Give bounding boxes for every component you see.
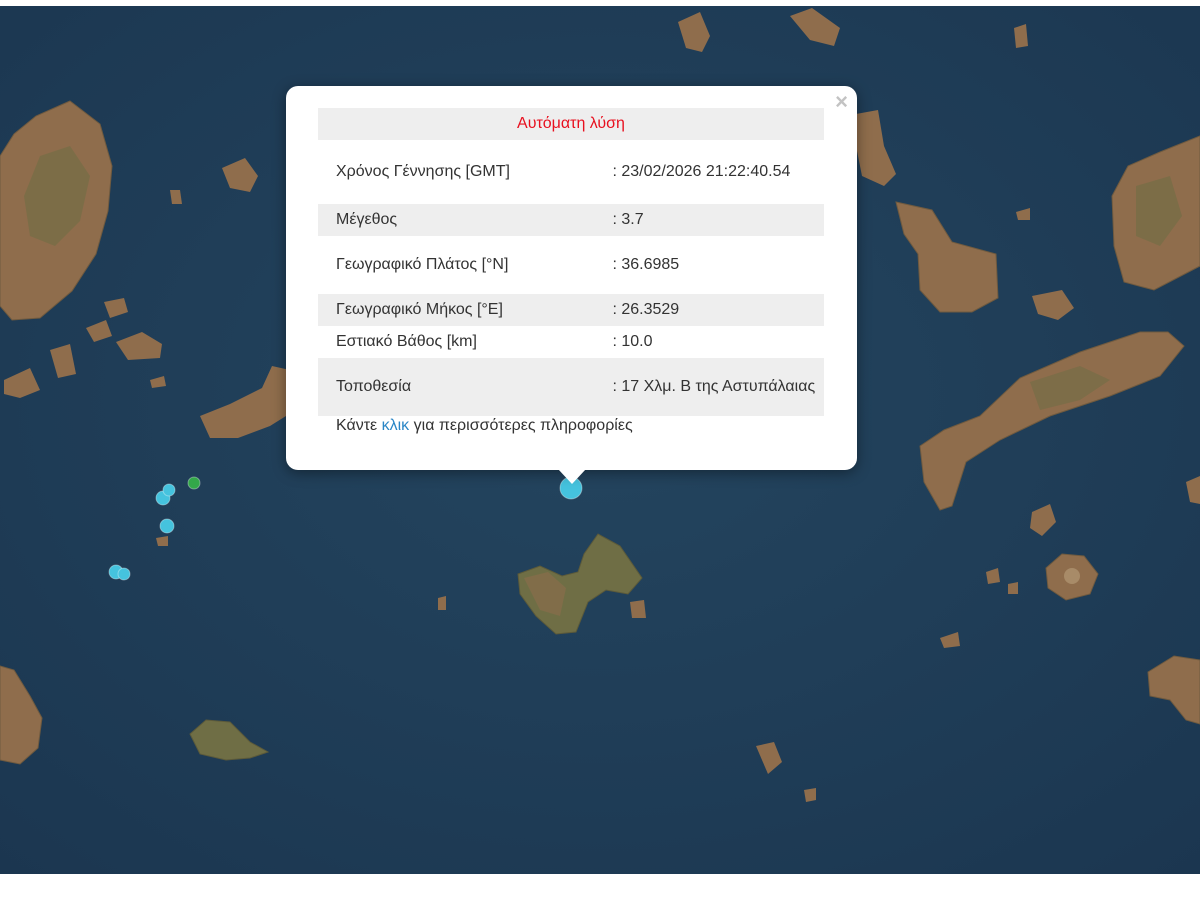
islet-s2 xyxy=(804,788,816,802)
row-magnitude: Μέγεθος : 3.7 xyxy=(318,204,824,236)
more-info-line: Κάντε κλικ για περισσότερες πληροφορίες xyxy=(336,417,633,435)
earthquake-marker[interactable] xyxy=(117,567,131,581)
value-location: : 17 Χλμ. Β της Αστυπάλαιας xyxy=(608,358,824,416)
islet-ast-2 xyxy=(438,596,446,610)
label-longitude: Γεωγραφικό Μήκος [°E] xyxy=(318,294,609,326)
popup-header: Αυτόματη λύση xyxy=(318,108,824,140)
value-longitude: : 26.3529 xyxy=(608,294,824,326)
label-latitude: Γεωγραφικό Πλάτος [°N] xyxy=(336,256,509,273)
more-info-prefix: Κάντε xyxy=(336,417,382,434)
islet-8 xyxy=(170,190,182,204)
earthquake-marker[interactable] xyxy=(159,518,175,534)
islet-top-3 xyxy=(1014,24,1028,48)
popup-header-row: Αυτόματη λύση xyxy=(318,108,824,140)
row-depth: Εστιακό Βάθος [km] : 10.0 xyxy=(318,326,824,358)
row-origin-time: Χρόνος Γέννησης [GMT] : 23/02/2026 21:22… xyxy=(318,140,824,204)
more-info-suffix: για περισσότερες πληροφορίες xyxy=(409,417,633,434)
value-origin-time: : 23/02/2026 21:22:40.54 xyxy=(612,163,791,180)
close-icon[interactable]: × xyxy=(835,90,848,114)
earthquake-marker[interactable] xyxy=(187,476,201,490)
value-latitude: : 36.6985 xyxy=(612,256,680,273)
popup-details-table: Αυτόματη λύση Χρόνος Γέννησης [GMT] : 23… xyxy=(318,108,824,416)
label-depth: Εστιακό Βάθος [km] xyxy=(336,333,477,350)
earthquake-marker[interactable] xyxy=(162,483,176,497)
label-magnitude: Μέγεθος xyxy=(318,204,609,236)
satellite-map[interactable]: × Αυτόματη λύση Χρόνος Γέννησης [GMT] : … xyxy=(0,6,1200,874)
islet-r2 xyxy=(1008,582,1018,594)
more-info-link[interactable]: κλικ xyxy=(382,417,410,434)
earthquake-popup: × Αυτόματη λύση Χρόνος Γέννησης [GMT] : … xyxy=(286,86,857,470)
row-location: Τοποθεσία : 17 Χλμ. Β της Αστυπάλαιας xyxy=(318,358,824,416)
value-magnitude: : 3.7 xyxy=(608,204,824,236)
nisyros-crater xyxy=(1064,568,1080,584)
popup-tip xyxy=(558,469,586,484)
islet-ast-1 xyxy=(630,600,646,618)
row-longitude: Γεωγραφικό Μήκος [°E] : 26.3529 xyxy=(318,294,824,326)
row-latitude: Γεωγραφικό Πλάτος [°N] : 36.6985 xyxy=(318,236,824,294)
label-location: Τοποθεσία xyxy=(318,358,609,416)
value-depth: : 10.0 xyxy=(612,333,653,350)
label-origin-time: Χρόνος Γέννησης [GMT] xyxy=(336,163,510,180)
